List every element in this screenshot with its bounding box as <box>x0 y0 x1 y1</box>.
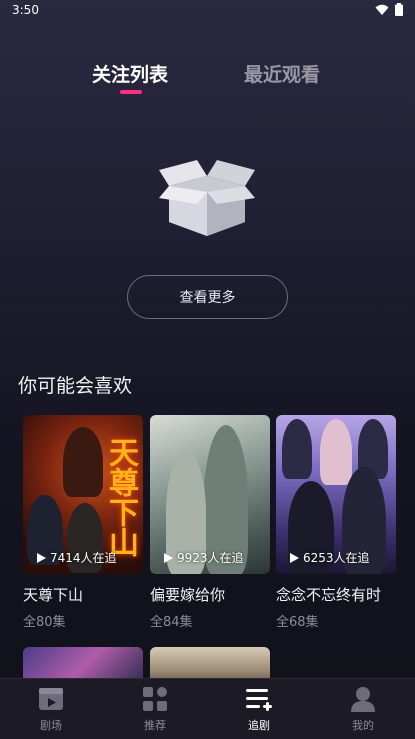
poster-figure <box>63 427 103 497</box>
tabbar-item-recommend[interactable]: 推荐 <box>125 685 185 733</box>
theater-icon <box>39 688 63 710</box>
battery-icon <box>395 3 403 16</box>
tabbar-item-profile[interactable]: 我的 <box>333 685 393 733</box>
watch-count: 9923人在追 <box>164 549 244 566</box>
bottom-tabbar: 剧场 推荐 追剧 我的 <box>0 678 415 739</box>
tab-following[interactable]: 关注列表 <box>92 60 168 87</box>
tabbar-label: 追剧 <box>248 719 270 732</box>
poster-figure <box>282 419 312 479</box>
tabbar-item-follow[interactable]: 追剧 <box>229 685 289 733</box>
tab-recent[interactable]: 最近观看 <box>244 60 320 87</box>
drama-poster[interactable]: 6253人在追 <box>276 415 396 574</box>
tabbar-item-theater[interactable]: 剧场 <box>21 685 81 733</box>
status-bar: 3:50 <box>0 0 415 20</box>
recommend-title: 你可能会喜欢 <box>18 375 133 397</box>
tabbar-label: 剧场 <box>40 719 62 732</box>
play-icon <box>37 552 46 563</box>
poster-figure <box>320 419 352 485</box>
top-tabs: 关注列表 最近观看 <box>0 60 415 100</box>
view-more-button[interactable]: 查看更多 <box>127 275 288 319</box>
tabbar-label: 推荐 <box>144 719 166 732</box>
drama-title[interactable]: 念念不忘终有时 <box>276 584 396 605</box>
watch-count-text: 9923人在追 <box>177 551 244 565</box>
tab-indicator <box>120 90 142 94</box>
watch-count-text: 6253人在追 <box>303 551 370 565</box>
status-time: 3:50 <box>12 3 39 17</box>
grid-icon <box>143 687 167 711</box>
profile-icon <box>351 687 375 712</box>
play-icon <box>290 552 299 563</box>
episode-count: 全80集 <box>23 615 66 630</box>
drama-card[interactable]: 9923人在追 偏要嫁给你 全84集 <box>150 415 270 630</box>
play-icon <box>164 552 173 563</box>
drama-title[interactable]: 天尊下山 <box>23 584 143 605</box>
wifi-icon <box>375 4 389 15</box>
empty-box-icon <box>159 160 255 236</box>
watch-count-text: 7414人在追 <box>50 551 117 565</box>
drama-card[interactable]: 天尊下山 7414人在追 天尊下山 全80集 <box>23 415 143 630</box>
watch-count: 7414人在追 <box>37 549 117 566</box>
playlist-add-icon <box>246 689 272 711</box>
drama-poster[interactable]: 9923人在追 <box>150 415 270 574</box>
drama-card[interactable]: 6253人在追 念念不忘终有时 全68集 <box>276 415 396 630</box>
watch-count: 6253人在追 <box>290 549 370 566</box>
drama-title[interactable]: 偏要嫁给你 <box>150 584 270 605</box>
status-icons <box>375 3 403 16</box>
tabbar-label: 我的 <box>352 719 374 732</box>
poster-title-text: 天尊下山 <box>103 437 138 557</box>
drama-poster[interactable]: 天尊下山 7414人在追 <box>23 415 143 574</box>
episode-count: 全68集 <box>276 615 319 630</box>
episode-count: 全84集 <box>150 615 193 630</box>
